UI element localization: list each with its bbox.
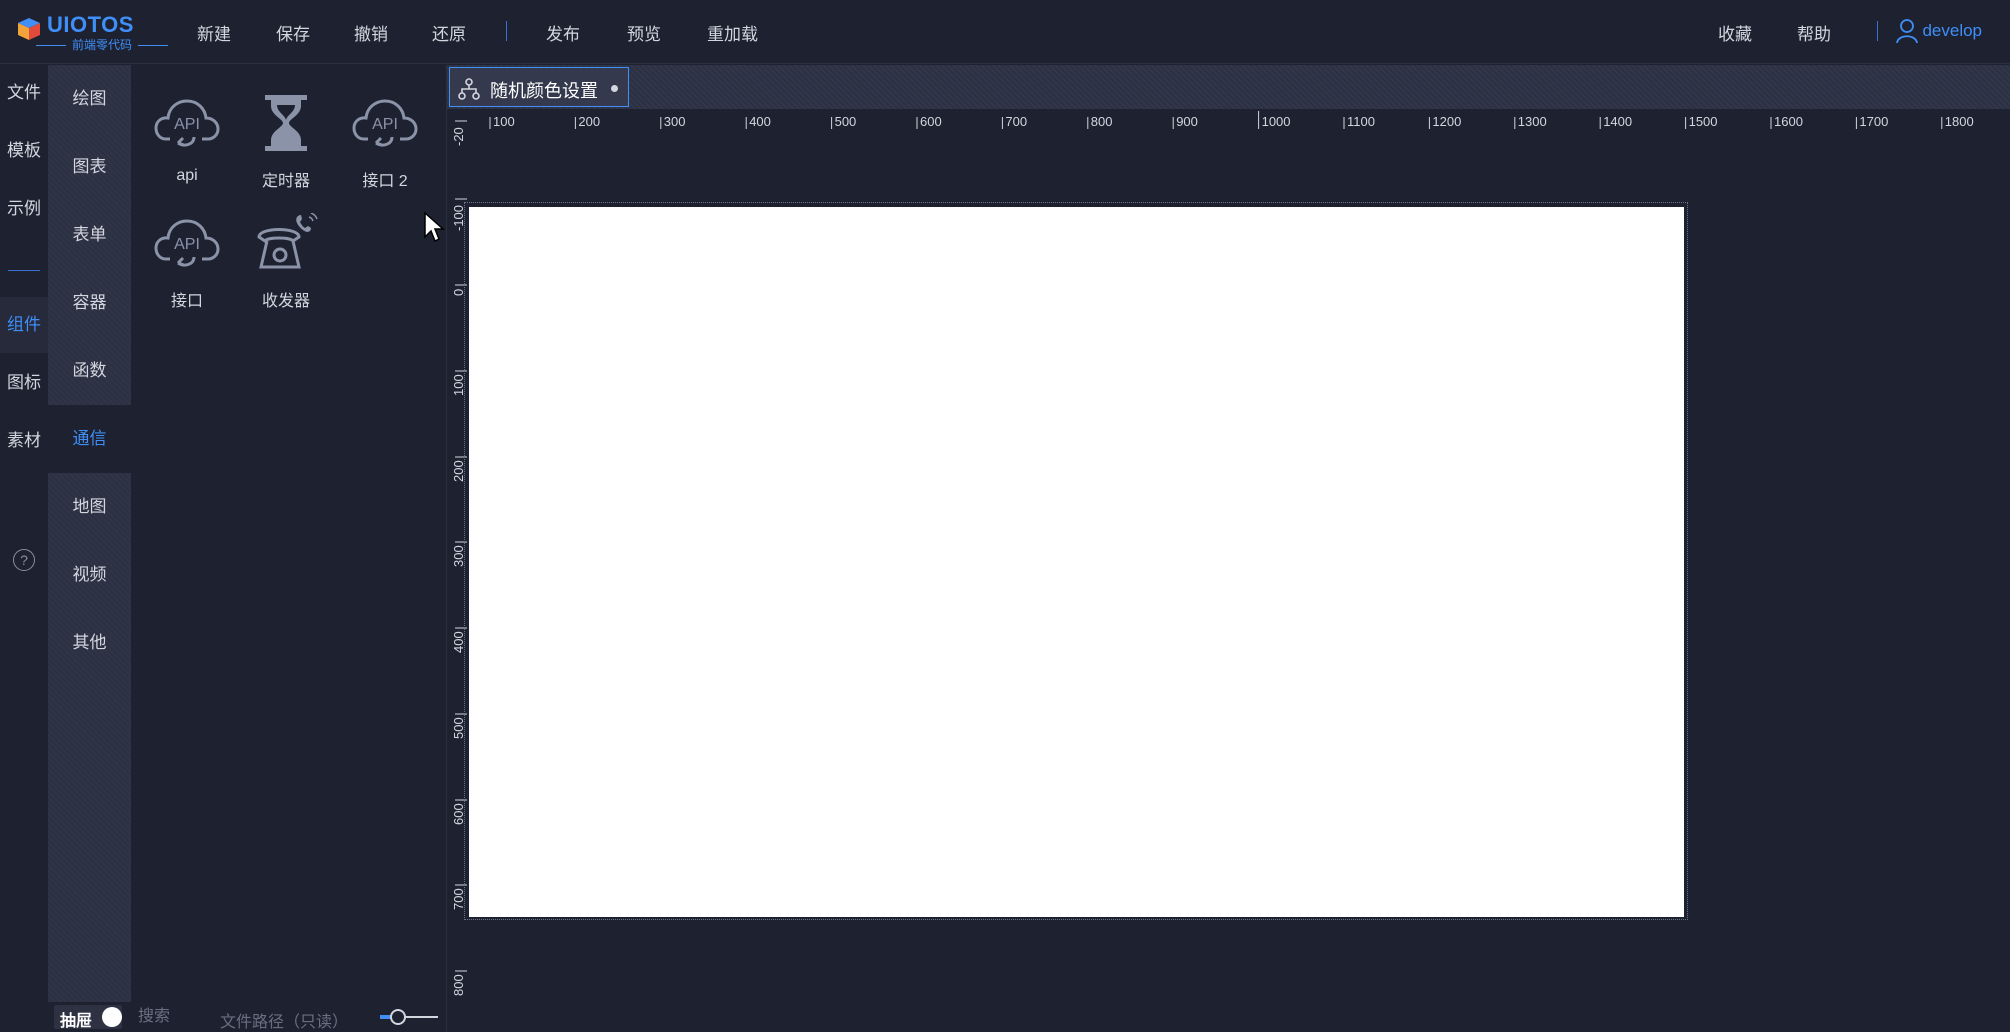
ruler-label: 1800 — [1945, 114, 1974, 129]
category-video[interactable]: 视频 — [48, 541, 131, 609]
svg-text:API: API — [372, 116, 398, 133]
menu-reload[interactable]: 重加载 — [707, 20, 758, 45]
ruler-label: 1400 — [1603, 114, 1632, 129]
menu-divider — [506, 21, 507, 41]
mouse-cursor-icon — [424, 211, 445, 243]
category-container[interactable]: 容器 — [48, 269, 131, 337]
category-function[interactable]: 函数 — [48, 337, 131, 405]
telephone-icon — [257, 213, 318, 269]
component-interface-2[interactable]: API 接口 2 — [335, 93, 435, 193]
component-panel: API api 定时器 API 接口 2 API 接口 收发器 — [131, 65, 446, 1002]
top-bar: UIOTOS 前端零代码 新建 保存 撤销 还原 发布 预览 重加载 收藏 帮助… — [0, 0, 2010, 64]
component-label: 定时器 — [261, 173, 310, 190]
toggle-knob — [102, 1007, 122, 1027]
sidebar-item-components[interactable]: 组件 — [0, 297, 48, 353]
menu-redo[interactable]: 还原 — [432, 20, 466, 45]
ruler-label: 800 — [451, 974, 466, 996]
hourglass-icon — [265, 95, 307, 151]
sidebar-divider — [8, 270, 40, 271]
network-icon — [458, 78, 480, 100]
menu-save[interactable]: 保存 — [276, 20, 310, 45]
menu-divider-right — [1877, 21, 1878, 41]
category-map[interactable]: 地图 — [48, 473, 131, 541]
api-cloud-icon: API — [154, 219, 220, 267]
component-label: 收发器 — [261, 293, 310, 310]
ruler-label: 400 — [749, 114, 771, 129]
ruler-label: 1500 — [1689, 114, 1718, 129]
menu-new[interactable]: 新建 — [197, 20, 231, 45]
ruler-label: 300 — [664, 114, 686, 129]
ruler-label: 1100 — [1347, 114, 1375, 129]
api-cloud-icon: API — [352, 99, 418, 147]
menu-preview[interactable]: 预览 — [627, 20, 661, 45]
svg-text:API: API — [174, 236, 200, 253]
help-icon[interactable]: ? — [13, 549, 35, 571]
file-path-field: 文件路径（只读） — [220, 1014, 349, 1031]
ruler-label: 200 — [578, 114, 600, 129]
design-canvas[interactable] — [469, 207, 1684, 917]
category-form[interactable]: 表单 — [48, 201, 131, 269]
ruler-label: 1200 — [1432, 114, 1461, 129]
horizontal-ruler: 100 200 300 400 500 600 700 800 900 1000 1100 1200 1… — [489, 111, 1974, 129]
menu-undo[interactable]: 撤销 — [354, 20, 388, 45]
api-cloud-icon: API — [154, 99, 220, 147]
search-input[interactable] — [138, 1006, 198, 1028]
ruler-label: 700 — [1005, 114, 1027, 129]
slider-thumb[interactable] — [390, 1009, 406, 1025]
editor-area: 随机颜色设置 100 200 300 400 500 600 700 800 900 1000 11… — [446, 65, 2010, 1032]
tab-modified-dot — [611, 85, 618, 92]
user-menu[interactable]: develop — [1896, 18, 1982, 44]
component-transceiver[interactable]: 收发器 — [236, 213, 336, 313]
svg-text:API: API — [174, 116, 200, 133]
ruler-label: 900 — [1176, 114, 1198, 129]
ruler-label: 800 — [1091, 114, 1113, 129]
component-interface[interactable]: API 接口 — [137, 213, 237, 313]
ruler-label: 1300 — [1518, 114, 1547, 129]
sidebar-item-file[interactable]: 文件 — [0, 65, 48, 121]
component-label: 接口 2 — [362, 173, 408, 190]
menu-help[interactable]: 帮助 — [1797, 20, 1831, 45]
drawer-label: 抽屉 — [60, 1013, 93, 1030]
category-sidebar: 绘图 图表 表单 容器 函数 通信 地图 视频 其他 — [48, 65, 131, 1002]
ruler-label: -20 — [451, 127, 466, 146]
component-label: api — [176, 167, 198, 184]
tab-title: 随机颜色设置 — [490, 81, 598, 101]
category-communication[interactable]: 通信 — [48, 405, 131, 473]
logo-brand: UIOTOS — [47, 12, 134, 37]
ruler-label: 1600 — [1774, 114, 1803, 129]
zoom-slider[interactable] — [380, 1009, 438, 1025]
sidebar-item-example[interactable]: 示例 — [0, 181, 48, 237]
ruler-label: 100 — [493, 114, 515, 129]
component-label: 接口 — [170, 293, 203, 310]
logo-tagline: 前端零代码 — [30, 36, 174, 53]
component-api[interactable]: API api — [137, 93, 237, 193]
sidebar-item-assets[interactable]: 素材 — [0, 413, 48, 469]
category-draw[interactable]: 绘图 — [48, 65, 131, 133]
sidebar-item-icons[interactable]: 图标 — [0, 355, 48, 411]
menu-publish[interactable]: 发布 — [546, 20, 580, 45]
drawer-toggle[interactable]: 抽屉 — [54, 1005, 122, 1030]
ruler-label: 500 — [835, 114, 857, 129]
category-chart[interactable]: 图表 — [48, 133, 131, 201]
bottom-bar: 抽屉 文件路径（只读） — [48, 1002, 446, 1032]
user-icon — [1896, 19, 1918, 44]
ruler-label: 1700 — [1859, 114, 1888, 129]
tab-random-color-settings[interactable]: 随机颜色设置 — [449, 67, 629, 107]
primary-sidebar: 文件 模板 示例 组件 图标 素材 ? — [0, 65, 48, 1032]
component-timer[interactable]: 定时器 — [236, 93, 336, 193]
ruler-label: 1000 — [1262, 114, 1291, 129]
user-name: develop — [1922, 21, 1983, 40]
tab-strip: 随机颜色设置 — [447, 65, 2010, 109]
sidebar-item-template[interactable]: 模板 — [0, 123, 48, 179]
logo[interactable]: UIOTOS 前端零代码 — [14, 10, 169, 54]
category-other[interactable]: 其他 — [48, 609, 131, 677]
ruler-label: 600 — [920, 114, 942, 129]
menu-favorites[interactable]: 收藏 — [1718, 20, 1752, 45]
